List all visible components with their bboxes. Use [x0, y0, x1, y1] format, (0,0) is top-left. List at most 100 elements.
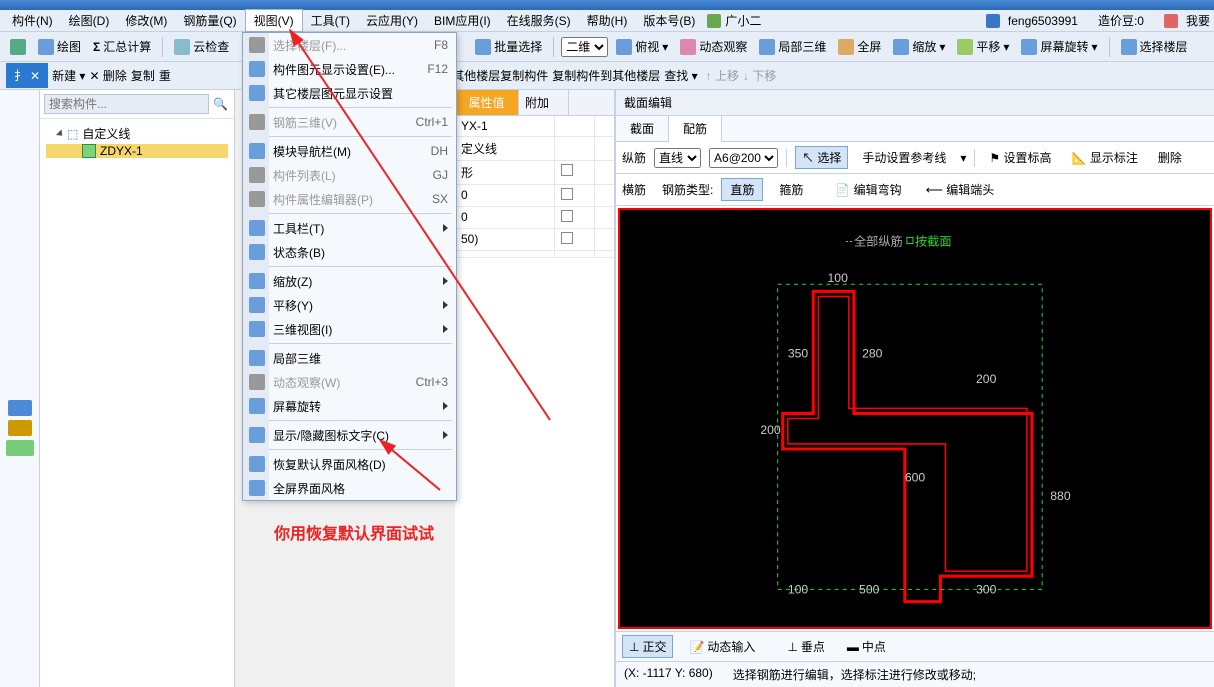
- menu-item-10[interactable]: 平移(Y): [243, 293, 456, 317]
- edit-end-button[interactable]: ⟵ 编辑端头: [918, 179, 1003, 200]
- menu-item-15[interactable]: 显示/隐藏图标文字(C): [243, 423, 456, 447]
- menu-item-11[interactable]: 三维视图(I): [243, 317, 456, 341]
- pan-button[interactable]: 平移 ▾: [953, 36, 1013, 57]
- screen-rotate-button[interactable]: 屏幕旋转 ▾: [1017, 36, 1101, 57]
- redo-button[interactable]: 重: [159, 67, 171, 84]
- menu-view[interactable]: 视图(V): [245, 9, 303, 32]
- menu-item-4[interactable]: 模块导航栏(M)DH: [243, 139, 456, 163]
- search-input[interactable]: [44, 94, 209, 114]
- avatar-icon[interactable]: [707, 14, 721, 28]
- prop-row[interactable]: YX-1: [455, 116, 614, 137]
- prop-row[interactable]: 0: [455, 207, 614, 229]
- local3d-button[interactable]: 局部三维: [755, 36, 830, 57]
- delete-button[interactable]: ✕ 删除: [89, 67, 126, 84]
- tab-rebar[interactable]: 配筋: [669, 116, 722, 142]
- leftbar-icon-3[interactable]: [6, 440, 34, 456]
- tree-child-zdyx1[interactable]: ZDYX-1: [46, 144, 228, 158]
- menu-version[interactable]: 版本号(B): [635, 10, 703, 31]
- menu-item-14[interactable]: 屏幕旋转: [243, 394, 456, 418]
- copyto-button[interactable]: 复制构件到其他楼层: [552, 67, 660, 84]
- checkbox[interactable]: [561, 210, 573, 222]
- show-ann-button[interactable]: 📐 显示标注: [1066, 147, 1144, 168]
- manual-ref-button[interactable]: 手动设置参考线: [856, 147, 952, 168]
- want-label[interactable]: 我要: [1186, 12, 1210, 29]
- menu-item-0[interactable]: 选择楼层(F)...F8: [243, 33, 456, 57]
- menu-modify[interactable]: 修改(M): [117, 10, 175, 31]
- zoom-button[interactable]: 缩放 ▾: [889, 36, 949, 57]
- leftbar-icon-1[interactable]: [8, 400, 32, 416]
- osnap-mid[interactable]: ▬ 中点: [841, 636, 892, 657]
- expand-icon[interactable]: [56, 129, 65, 138]
- dynamic-observe-button[interactable]: 动态观察: [676, 36, 751, 57]
- rebar-spec-select[interactable]: A6@200: [709, 148, 778, 168]
- menu-online[interactable]: 在线服务(S): [499, 10, 579, 31]
- menu-item-2[interactable]: 其它楼层图元显示设置: [243, 81, 456, 105]
- menu-item-7[interactable]: 工具栏(T): [243, 216, 456, 240]
- moveup-button[interactable]: ↑ 上移: [706, 67, 739, 84]
- menu-item-6[interactable]: 构件属性编辑器(P)SX: [243, 187, 456, 211]
- menu-item-9[interactable]: 缩放(Z): [243, 269, 456, 293]
- menu-draw[interactable]: 绘图(D): [61, 10, 118, 31]
- prop-row[interactable]: 50): [455, 229, 614, 251]
- movedown-button[interactable]: ↓ 下移: [743, 67, 776, 84]
- fullscreen-button[interactable]: 全屏: [834, 36, 885, 57]
- prop-row[interactable]: 定义线: [455, 137, 614, 161]
- edit-hook-button[interactable]: 📄 编辑弯钩: [827, 179, 909, 200]
- set-elev-button[interactable]: ⚑ 设置标高: [983, 147, 1057, 168]
- batch-select-button[interactable]: 批量选择: [471, 36, 546, 57]
- menu-file[interactable]: 构件(N): [4, 10, 61, 31]
- dyninput-toggle[interactable]: 📝 动态输入: [683, 636, 761, 657]
- want-icon[interactable]: [1164, 14, 1178, 28]
- draw-button[interactable]: 绘图: [34, 36, 85, 57]
- osnap-perp[interactable]: ⊥ 垂点: [781, 636, 830, 657]
- menu-item-16[interactable]: 恢复默认界面风格(D): [243, 452, 456, 476]
- menu-item-3[interactable]: 钢筋三维(V)Ctrl+1: [243, 110, 456, 134]
- titlebar: [0, 0, 1214, 10]
- cloudcheck-button[interactable]: 云检查: [170, 36, 233, 57]
- new-button[interactable]: 新建 ▾: [52, 67, 85, 84]
- menu-item-17[interactable]: 全屏界面风格: [243, 476, 456, 500]
- dim-select[interactable]: 二维: [561, 37, 608, 57]
- checkbox[interactable]: [561, 232, 573, 244]
- search-icon[interactable]: 🔍: [209, 97, 232, 111]
- tab-section[interactable]: 截面: [616, 116, 669, 141]
- menu-tools[interactable]: 工具(T): [303, 10, 358, 31]
- menu-item-12[interactable]: 局部三维: [243, 346, 456, 370]
- section-canvas[interactable]: 全部纵筋 按截面 100 350 280 200 200 880 600 100…: [618, 208, 1212, 629]
- close-icon[interactable]: ✕: [30, 69, 40, 83]
- stirrup-button[interactable]: 箍筋: [771, 179, 811, 200]
- account-name: feng6503991: [1008, 14, 1078, 28]
- arrow-tool-icon[interactable]: [6, 37, 30, 57]
- menu-item-icon: [249, 297, 265, 313]
- account-icon[interactable]: [986, 14, 1000, 28]
- sum-button[interactable]: Σ 汇总计算: [89, 36, 155, 57]
- svg-text:350: 350: [788, 346, 809, 360]
- mode-tab[interactable]: 扌 ✕: [6, 63, 48, 88]
- menu-cloud[interactable]: 云应用(Y): [358, 10, 426, 31]
- menu-item-8[interactable]: 状态条(B): [243, 240, 456, 264]
- menu-bim[interactable]: BIM应用(I): [426, 10, 499, 31]
- menu-help[interactable]: 帮助(H): [579, 10, 636, 31]
- copy-button[interactable]: 复制: [131, 67, 155, 84]
- find-button[interactable]: 查找 ▾: [664, 67, 697, 84]
- prop-row[interactable]: [455, 251, 614, 258]
- menu-item-13[interactable]: 动态观察(W)Ctrl+3: [243, 370, 456, 394]
- delete-rebar-button[interactable]: 删除: [1152, 147, 1188, 168]
- topview-button[interactable]: 俯视 ▾: [612, 36, 672, 57]
- prop-row[interactable]: 0: [455, 185, 614, 207]
- menu-item-5[interactable]: 构件列表(L)GJ: [243, 163, 456, 187]
- menu-item-1[interactable]: 构件图元显示设置(E)...F12: [243, 57, 456, 81]
- menu-item-icon: [249, 220, 265, 236]
- svg-text:500: 500: [859, 582, 880, 596]
- leftbar-icon-2[interactable]: [8, 420, 32, 436]
- select-floor-button[interactable]: 选择楼层: [1117, 36, 1192, 57]
- line-type-select[interactable]: 直线: [654, 148, 701, 168]
- prop-row[interactable]: 形: [455, 161, 614, 185]
- checkbox[interactable]: [561, 164, 573, 176]
- tree-root[interactable]: ⬚ 自定义线: [46, 123, 228, 144]
- checkbox[interactable]: [561, 188, 573, 200]
- menu-rebar[interactable]: 钢筋量(Q): [175, 10, 244, 31]
- ortho-toggle[interactable]: ⊥ 正交: [622, 635, 673, 658]
- straight-button[interactable]: 直筋: [721, 178, 763, 201]
- select-button[interactable]: ↖ 选择: [795, 146, 848, 169]
